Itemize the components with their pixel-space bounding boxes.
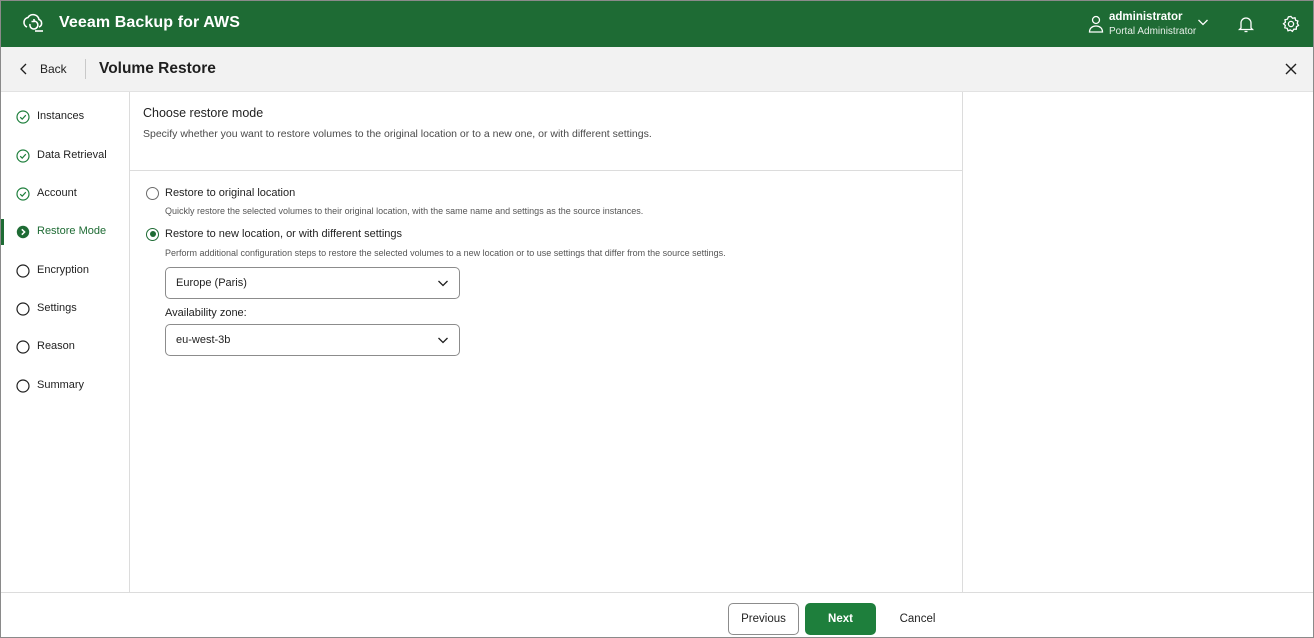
step-settings[interactable]: Settings xyxy=(1,296,129,322)
cloud-backup-logo-icon xyxy=(23,13,43,32)
wizard-footer: Previous Next Cancel xyxy=(1,592,1313,637)
step-account[interactable]: Account xyxy=(1,181,129,207)
radio-description: Quickly restore the selected volumes to … xyxy=(165,206,644,216)
radio-restore-original[interactable]: Restore to original location xyxy=(146,184,295,202)
user-icon[interactable] xyxy=(1088,15,1104,33)
availability-zone-select[interactable]: eu-west-3b xyxy=(165,324,460,356)
region-value: Europe (Paris) xyxy=(176,277,247,289)
check-circle-icon xyxy=(16,110,30,124)
chevron-left-icon xyxy=(20,63,27,75)
step-instances[interactable]: Instances xyxy=(1,104,129,130)
chevron-down-icon[interactable] xyxy=(1197,17,1209,27)
step-encryption[interactable]: Encryption xyxy=(1,258,129,284)
check-circle-icon xyxy=(16,149,30,163)
main-content: Choose restore mode Specify whether you … xyxy=(130,92,963,592)
radio-description: Perform additional configuration steps t… xyxy=(165,248,726,258)
section-title: Choose restore mode xyxy=(143,106,264,120)
arrow-right-circle-icon xyxy=(16,225,30,239)
radio-button[interactable] xyxy=(146,186,159,200)
active-step-indicator xyxy=(1,219,4,245)
step-label: Settings xyxy=(37,302,77,314)
empty-circle-icon xyxy=(16,302,30,316)
empty-circle-icon xyxy=(16,379,30,393)
step-restore-mode[interactable]: Restore Mode xyxy=(1,219,129,245)
availability-zone-value: eu-west-3b xyxy=(176,334,231,346)
radio-label: Restore to original location xyxy=(165,187,296,199)
app-bar: Veeam Backup for AWS administrator Porta… xyxy=(1,1,1313,47)
back-label: Back xyxy=(40,62,67,76)
radio-label: Restore to new location, or with differe… xyxy=(165,228,403,240)
chevron-down-icon xyxy=(438,280,448,287)
section-description: Specify whether you want to restore volu… xyxy=(143,128,652,140)
user-role[interactable]: Portal Administrator xyxy=(1109,26,1196,37)
right-panel xyxy=(963,92,1313,592)
user-name[interactable]: administrator xyxy=(1109,11,1183,23)
cancel-button[interactable]: Cancel xyxy=(882,603,953,635)
bell-icon[interactable] xyxy=(1238,15,1254,33)
app-title: Veeam Backup for AWS xyxy=(59,14,241,31)
step-label: Encryption xyxy=(37,264,89,276)
back-button[interactable]: Back xyxy=(15,60,67,78)
empty-circle-icon xyxy=(16,340,30,354)
availability-zone-label: Availability zone: xyxy=(165,307,247,319)
next-button[interactable]: Next xyxy=(805,603,876,635)
check-circle-icon xyxy=(16,187,30,201)
step-label: Restore Mode xyxy=(37,225,107,237)
step-label: Data Retrieval xyxy=(37,149,107,161)
empty-circle-icon xyxy=(16,264,30,278)
step-data-retrieval[interactable]: Data Retrieval xyxy=(1,143,129,169)
previous-button[interactable]: Previous xyxy=(728,603,799,635)
step-label: Instances xyxy=(37,110,85,122)
wizard-steps: Instances Data Retrieval Account Restore… xyxy=(1,92,130,592)
step-label: Reason xyxy=(37,340,75,352)
page-title: Volume Restore xyxy=(99,60,216,77)
radio-restore-new-location[interactable]: Restore to new location, or with differe… xyxy=(146,225,402,243)
step-label: Summary xyxy=(37,379,85,391)
radio-button-selected[interactable] xyxy=(146,227,159,241)
chevron-down-icon xyxy=(438,337,448,344)
region-select[interactable]: Europe (Paris) xyxy=(165,267,460,299)
section-divider xyxy=(130,170,962,171)
close-icon[interactable] xyxy=(1283,61,1299,77)
header-divider xyxy=(85,59,86,79)
app-window: Veeam Backup for AWS administrator Porta… xyxy=(0,0,1314,638)
step-summary[interactable]: Summary xyxy=(1,373,129,399)
gear-icon[interactable] xyxy=(1282,15,1300,33)
step-reason[interactable]: Reason xyxy=(1,334,129,360)
step-label: Account xyxy=(37,187,77,199)
page-header: Back Volume Restore xyxy=(1,47,1313,92)
